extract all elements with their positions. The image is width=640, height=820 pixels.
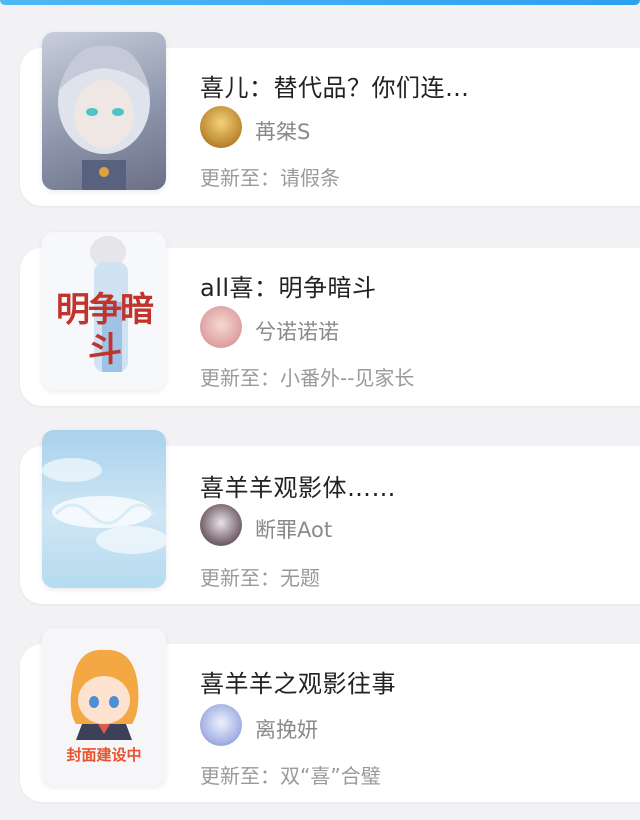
update-info: 更新至：请假条 bbox=[200, 162, 340, 191]
update-chapter: 小番外--见家长 bbox=[280, 366, 415, 390]
update-info: 更新至：无题 bbox=[200, 562, 320, 591]
book-list: 喜儿：替代品？你们连… 苒桀S 更新至：请假条 明争暗斗 all喜：明争暗斗 兮… bbox=[0, 0, 640, 820]
author-name[interactable]: 离挽妍 bbox=[255, 714, 318, 744]
update-prefix: 更新至： bbox=[200, 166, 280, 190]
author-name[interactable]: 兮诺诺诺 bbox=[255, 316, 339, 346]
book-title[interactable]: 喜儿：替代品？你们连… bbox=[200, 68, 470, 103]
update-prefix: 更新至： bbox=[200, 366, 280, 390]
blue-hair-avatar-icon[interactable] bbox=[200, 704, 242, 746]
update-prefix: 更新至： bbox=[200, 566, 280, 590]
golden-avatar-icon[interactable] bbox=[200, 106, 242, 148]
book-cover[interactable]: 明争暗斗 bbox=[42, 232, 166, 390]
book-cover[interactable] bbox=[42, 32, 166, 190]
update-prefix: 更新至： bbox=[200, 764, 280, 788]
update-info: 更新至：双“喜”合璧 bbox=[200, 760, 381, 789]
cover-placeholder-text: 封面建设中 bbox=[66, 746, 142, 764]
book-title[interactable]: 喜羊羊之观影往事 bbox=[200, 664, 396, 699]
author-name[interactable]: 断罪Aot bbox=[255, 514, 332, 544]
author-name[interactable]: 苒桀S bbox=[255, 116, 310, 146]
update-chapter: 双“喜”合璧 bbox=[280, 764, 381, 788]
cover-title-text: 明争暗斗 bbox=[56, 290, 154, 370]
pink-hair-avatar-icon[interactable] bbox=[200, 306, 242, 348]
update-chapter: 无题 bbox=[280, 566, 320, 590]
update-info: 更新至：小番外--见家长 bbox=[200, 362, 414, 391]
book-cover[interactable] bbox=[42, 430, 166, 588]
update-chapter: 请假条 bbox=[280, 166, 340, 190]
silver-haired-boy-cover-icon bbox=[58, 45, 150, 190]
book-title[interactable]: 喜羊羊观影体…… bbox=[200, 468, 396, 503]
book-cover[interactable]: 封面建设中 bbox=[42, 628, 166, 786]
dark-hair-avatar-icon[interactable] bbox=[200, 504, 242, 546]
sky-watercolor-cover-icon bbox=[42, 458, 166, 554]
book-title[interactable]: all喜：明争暗斗 bbox=[200, 268, 377, 303]
